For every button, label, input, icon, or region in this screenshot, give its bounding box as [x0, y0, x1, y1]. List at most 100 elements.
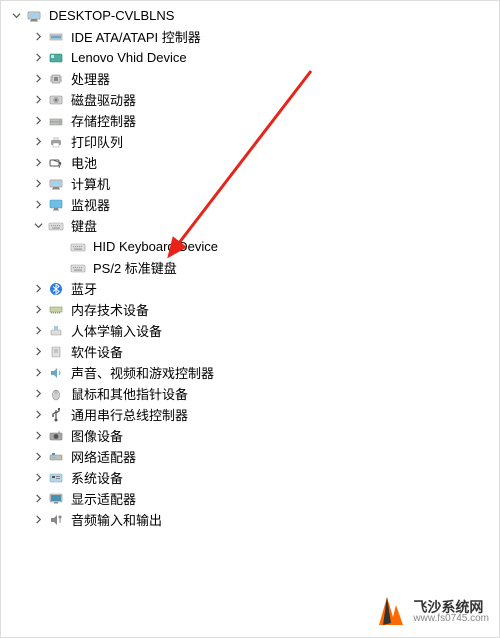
keyboard-icon — [69, 238, 87, 256]
device-category-node[interactable]: 音频输入和输出 — [9, 509, 499, 530]
category-label: 图像设备 — [71, 426, 123, 445]
category-label: 网络适配器 — [71, 447, 136, 466]
keyboard-child-label: PS/2 标准键盘 — [93, 258, 177, 277]
system-icon — [47, 469, 65, 487]
category-label: 打印队列 — [71, 132, 123, 151]
caret-right-icon[interactable] — [31, 429, 45, 443]
watermark-url: www.fs0745.com — [413, 614, 489, 624]
mouse-icon — [47, 385, 65, 403]
caret-right-icon[interactable] — [31, 93, 45, 107]
device-category-node[interactable]: 电池 — [9, 152, 499, 173]
caret-right-icon[interactable] — [31, 387, 45, 401]
usb-icon — [47, 406, 65, 424]
category-label: 电池 — [71, 153, 97, 172]
device-category-node[interactable]: 声音、视频和游戏控制器 — [9, 362, 499, 383]
software-icon — [47, 343, 65, 361]
caret-right-icon[interactable] — [31, 51, 45, 65]
hid-icon — [47, 322, 65, 340]
device-category-node[interactable]: 系统设备 — [9, 467, 499, 488]
category-label: 内存技术设备 — [71, 300, 149, 319]
caret-right-icon[interactable] — [31, 345, 45, 359]
device-manager-tree[interactable]: DESKTOP-CVLBLNS IDE ATA/ATAPI 控制器 Lenovo … — [1, 1, 499, 530]
caret-right-icon[interactable] — [31, 177, 45, 191]
device-category-node[interactable]: 计算机 — [9, 173, 499, 194]
device-category-node[interactable]: 显示适配器 — [9, 488, 499, 509]
monitor-icon — [47, 196, 65, 214]
keyboard-child[interactable]: HID Keyboard Device — [9, 236, 499, 257]
root-label: DESKTOP-CVLBLNS — [49, 8, 174, 23]
device-category-node[interactable]: Lenovo Vhid Device — [9, 47, 499, 68]
keyboard-child-label: HID Keyboard Device — [93, 239, 218, 254]
device-category-node[interactable]: 监视器 — [9, 194, 499, 215]
category-label: 软件设备 — [71, 342, 123, 361]
device-category-node[interactable]: 通用串行总线控制器 — [9, 404, 499, 425]
memory-icon — [47, 301, 65, 319]
keyboard-icon — [69, 259, 87, 277]
device-category-node[interactable]: 网络适配器 — [9, 446, 499, 467]
caret-right-icon[interactable] — [31, 324, 45, 338]
caret-right-icon[interactable] — [31, 450, 45, 464]
bluetooth-icon — [47, 280, 65, 298]
pci-icon — [47, 49, 65, 67]
caret-down-icon[interactable] — [9, 9, 23, 23]
caret-right-icon[interactable] — [31, 513, 45, 527]
category-label: 声音、视频和游戏控制器 — [71, 363, 214, 382]
device-category-node[interactable]: 蓝牙 — [9, 278, 499, 299]
disk-icon — [47, 91, 65, 109]
device-category-node[interactable]: 磁盘驱动器 — [9, 89, 499, 110]
computer-icon — [47, 175, 65, 193]
category-label: IDE ATA/ATAPI 控制器 — [71, 27, 201, 46]
caret-right-icon[interactable] — [31, 135, 45, 149]
caret-right-icon[interactable] — [31, 198, 45, 212]
network-icon — [47, 448, 65, 466]
watermark-title: 飞沙系统网 — [413, 600, 489, 614]
device-category-node[interactable]: 软件设备 — [9, 341, 499, 362]
caret-down-icon[interactable] — [31, 219, 45, 233]
caret-right-icon[interactable] — [31, 282, 45, 296]
caret-right-icon[interactable] — [31, 303, 45, 317]
device-category-node[interactable]: IDE ATA/ATAPI 控制器 — [9, 26, 499, 47]
battery-icon — [47, 154, 65, 172]
computer-icon — [25, 7, 43, 25]
keyboard-node[interactable]: 键盘 — [9, 215, 499, 236]
category-label: 监视器 — [71, 195, 110, 214]
category-label: 存储控制器 — [71, 111, 136, 130]
caret-right-icon[interactable] — [31, 471, 45, 485]
printer-icon — [47, 133, 65, 151]
device-category-node[interactable]: 鼠标和其他指针设备 — [9, 383, 499, 404]
keyboard-child[interactable]: PS/2 标准键盘 — [9, 257, 499, 278]
category-label: 系统设备 — [71, 468, 123, 487]
category-label: 磁盘驱动器 — [71, 90, 136, 109]
caret-right-icon[interactable] — [31, 408, 45, 422]
category-label: 显示适配器 — [71, 489, 136, 508]
device-category-node[interactable]: 图像设备 — [9, 425, 499, 446]
device-category-node[interactable]: 内存技术设备 — [9, 299, 499, 320]
camera-icon — [47, 427, 65, 445]
caret-right-icon[interactable] — [31, 492, 45, 506]
root-node[interactable]: DESKTOP-CVLBLNS — [9, 5, 499, 26]
audio-icon — [47, 364, 65, 382]
keyboard-label: 键盘 — [71, 216, 97, 235]
category-label: 音频输入和输出 — [71, 510, 162, 529]
category-label: 通用串行总线控制器 — [71, 405, 188, 424]
device-category-node[interactable]: 处理器 — [9, 68, 499, 89]
caret-right-icon[interactable] — [31, 366, 45, 380]
display-icon — [47, 490, 65, 508]
watermark: 飞沙系统网 www.fs0745.com — [377, 597, 489, 627]
ide-icon — [47, 28, 65, 46]
category-label: 鼠标和其他指针设备 — [71, 384, 188, 403]
device-category-node[interactable]: 人体学输入设备 — [9, 320, 499, 341]
device-category-node[interactable]: 打印队列 — [9, 131, 499, 152]
watermark-logo-icon — [377, 597, 407, 627]
caret-right-icon[interactable] — [31, 156, 45, 170]
category-label: Lenovo Vhid Device — [71, 50, 187, 65]
caret-right-icon[interactable] — [31, 114, 45, 128]
category-label: 人体学输入设备 — [71, 321, 162, 340]
device-category-node[interactable]: 存储控制器 — [9, 110, 499, 131]
category-label: 处理器 — [71, 69, 110, 88]
storage-icon — [47, 112, 65, 130]
caret-right-icon[interactable] — [31, 72, 45, 86]
cpu-icon — [47, 70, 65, 88]
keyboard-icon — [47, 217, 65, 235]
caret-right-icon[interactable] — [31, 30, 45, 44]
